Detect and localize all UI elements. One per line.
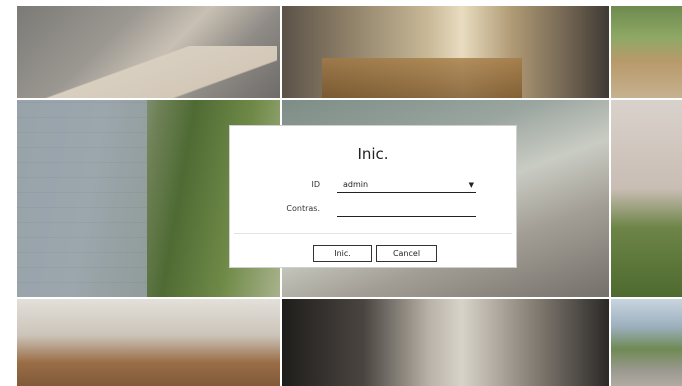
camera-tile-8 <box>282 299 609 386</box>
login-button[interactable]: Inic. <box>313 245 372 262</box>
camera-tile-9 <box>611 299 682 386</box>
user-id-select[interactable]: admin ▼ <box>337 177 476 193</box>
dialog-divider <box>234 233 512 234</box>
camera-tile-1 <box>17 6 280 98</box>
camera-tile-2 <box>282 6 609 98</box>
camera-tile-7 <box>17 299 280 386</box>
cancel-button[interactable]: Cancel <box>376 245 437 262</box>
camera-tile-3 <box>611 6 682 98</box>
dialog-title: Inic. <box>357 145 389 163</box>
password-label: Contras. <box>286 204 320 213</box>
chevron-down-icon[interactable]: ▼ <box>469 177 474 193</box>
user-id-value: admin <box>343 180 369 189</box>
login-dialog: Inic. ID admin ▼ Contras. Inic. Cancel <box>229 125 517 268</box>
login-screen: Inic. ID admin ▼ Contras. Inic. Cancel <box>0 0 682 386</box>
id-label: ID <box>311 180 320 189</box>
camera-tile-6 <box>611 100 682 297</box>
password-field[interactable] <box>337 202 476 217</box>
